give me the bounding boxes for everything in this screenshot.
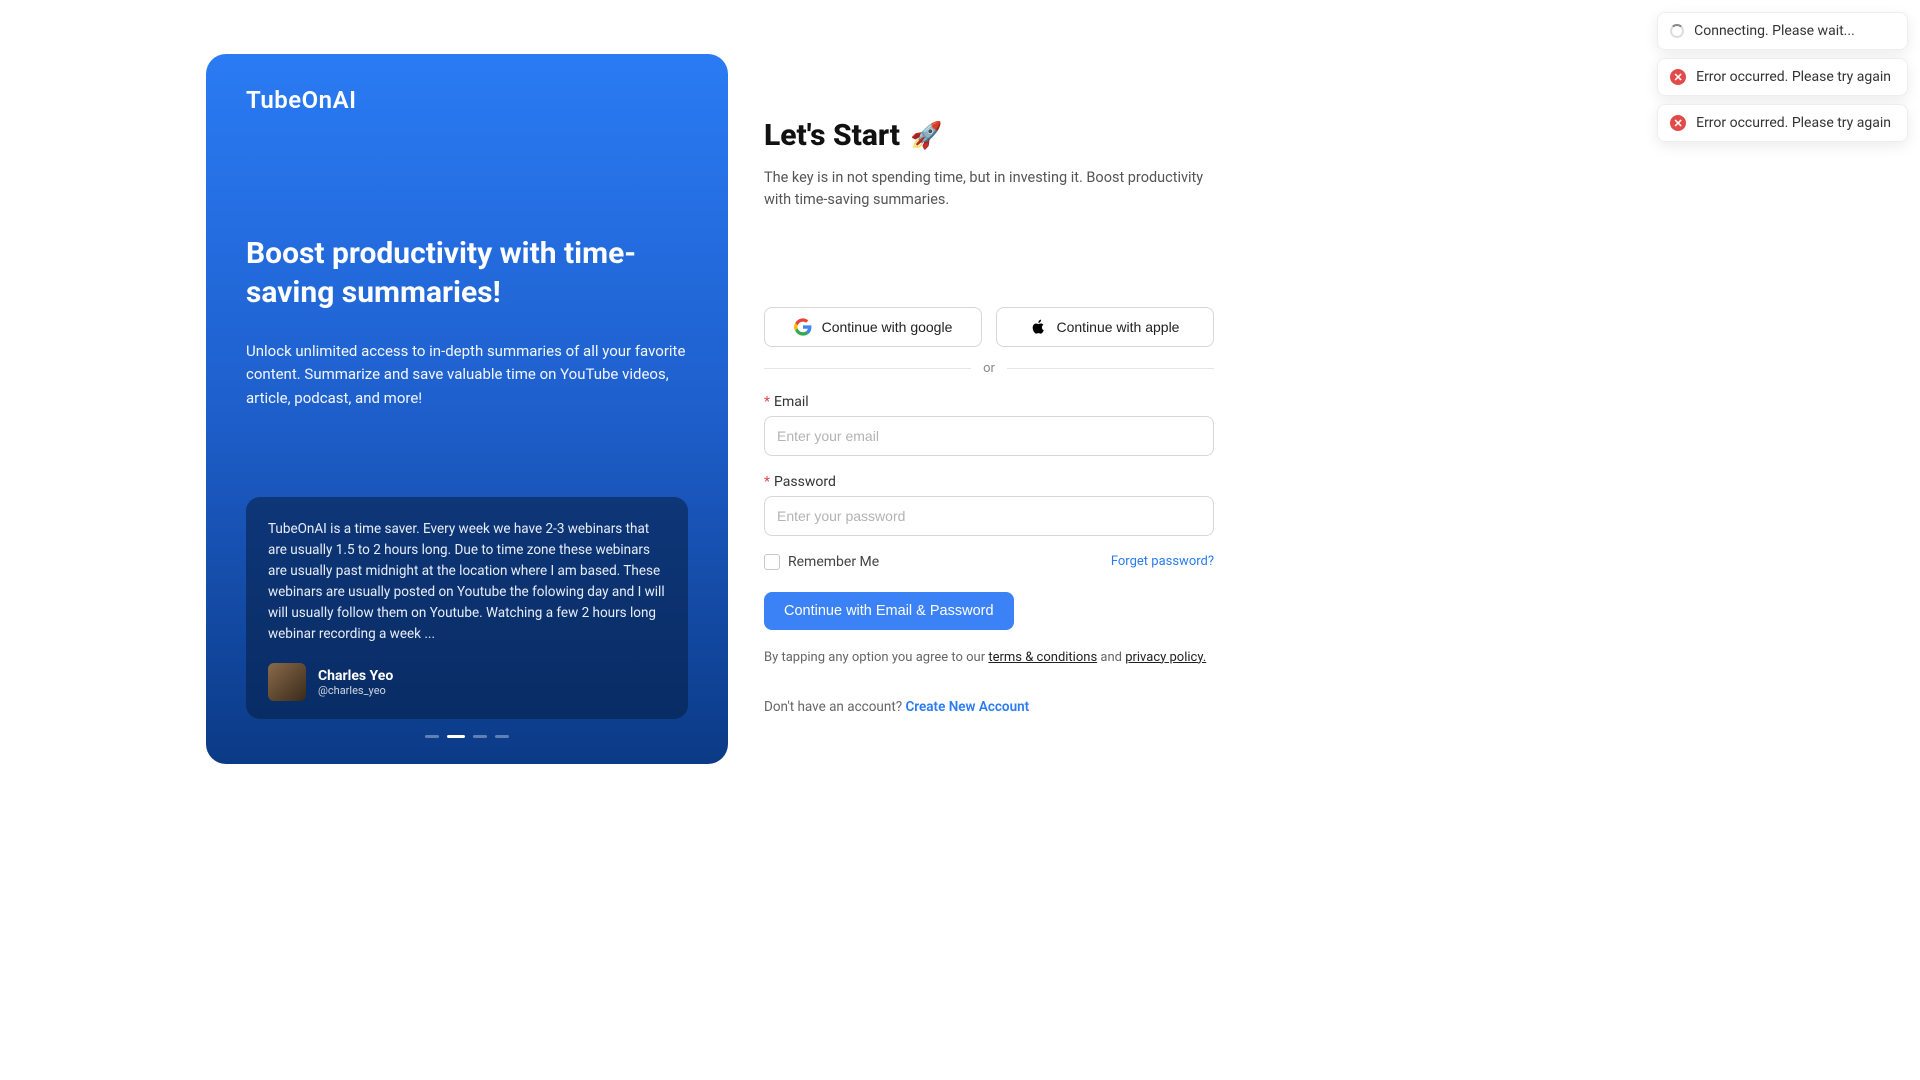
- required-asterisk: *: [764, 394, 770, 410]
- google-icon: [794, 318, 812, 336]
- legal-text: By tapping any option you agree to our t…: [764, 650, 1214, 665]
- email-field[interactable]: [764, 416, 1214, 456]
- hero-body: Unlock unlimited access to in-depth summ…: [246, 340, 688, 410]
- email-label: Email: [774, 394, 809, 410]
- toast-text: Error occurred. Please try again: [1696, 115, 1891, 131]
- toast-loading: Connecting. Please wait...: [1657, 12, 1908, 50]
- remember-me[interactable]: Remember Me: [764, 554, 879, 570]
- testimonial-card: TubeOnAI is a time saver. Every week we …: [246, 497, 688, 719]
- toast-text: Connecting. Please wait...: [1694, 23, 1855, 39]
- testimonial-text: TubeOnAI is a time saver. Every week we …: [268, 519, 666, 645]
- testimonial-author-name: Charles Yeo: [318, 668, 393, 684]
- create-account-prefix: Don't have an account?: [764, 699, 905, 715]
- hero-heading: Boost productivity with time-saving summ…: [246, 234, 688, 312]
- divider: [764, 368, 971, 369]
- carousel-dot[interactable]: [447, 735, 465, 738]
- terms-link[interactable]: terms & conditions: [988, 650, 1097, 665]
- password-label: Password: [774, 474, 836, 490]
- google-signin-label: Continue with google: [822, 319, 953, 335]
- divider: [1007, 368, 1214, 369]
- password-field[interactable]: [764, 496, 1214, 536]
- or-label: or: [983, 361, 995, 376]
- remember-me-label: Remember Me: [788, 554, 879, 570]
- testimonial-author-handle: @charles_yeo: [318, 684, 393, 697]
- avatar: [268, 663, 306, 701]
- required-asterisk: *: [764, 474, 770, 490]
- marketing-panel: TubeOnAI Boost productivity with time-sa…: [206, 54, 728, 764]
- error-icon: ✕: [1670, 69, 1686, 85]
- apple-icon: [1031, 318, 1047, 336]
- toast-error: ✕ Error occurred. Please try again: [1657, 58, 1908, 96]
- page-subtitle: The key is in not spending time, but in …: [764, 167, 1214, 211]
- toast-stack: Connecting. Please wait... ✕ Error occur…: [1657, 12, 1908, 142]
- privacy-link[interactable]: privacy policy.: [1125, 650, 1206, 665]
- submit-button[interactable]: Continue with Email & Password: [764, 592, 1014, 630]
- apple-signin-button[interactable]: Continue with apple: [996, 307, 1214, 347]
- toast-error: ✕ Error occurred. Please try again: [1657, 104, 1908, 142]
- carousel-dots: [246, 735, 688, 738]
- auth-panel: Let's Start 🚀 The key is in not spending…: [764, 54, 1214, 764]
- create-account-link[interactable]: Create New Account: [905, 699, 1029, 715]
- error-icon: ✕: [1670, 115, 1686, 131]
- toast-text: Error occurred. Please try again: [1696, 69, 1891, 85]
- forgot-password-link[interactable]: Forget password?: [1111, 554, 1214, 569]
- apple-signin-label: Continue with apple: [1057, 319, 1180, 335]
- brand-logo: TubeOnAI: [246, 86, 688, 114]
- remember-me-checkbox[interactable]: [764, 554, 780, 570]
- rocket-icon: 🚀: [910, 121, 942, 151]
- carousel-dot[interactable]: [495, 735, 509, 738]
- page-title: Let's Start: [764, 118, 900, 153]
- carousel-dot[interactable]: [425, 735, 439, 738]
- google-signin-button[interactable]: Continue with google: [764, 307, 982, 347]
- carousel-dot[interactable]: [473, 735, 487, 738]
- spinner-icon: [1670, 24, 1684, 38]
